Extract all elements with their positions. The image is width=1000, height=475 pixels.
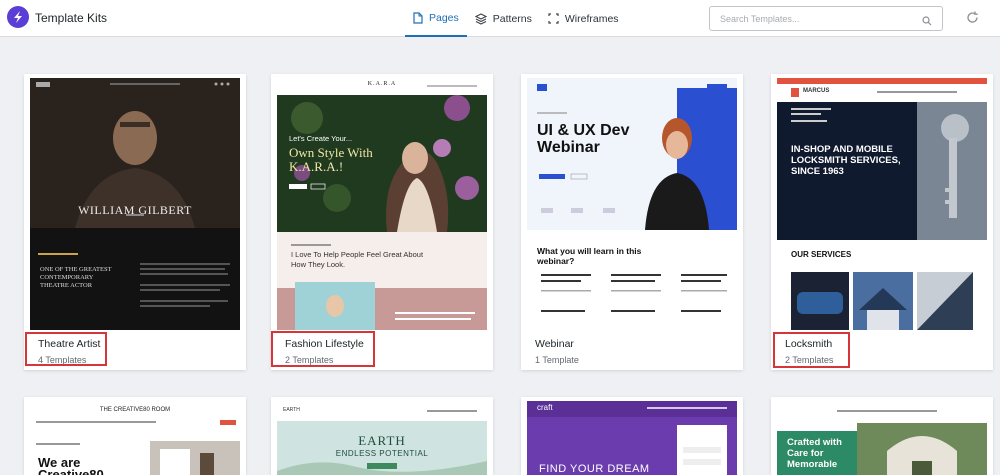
logo-icon [14,11,22,23]
fashion-preview-image [277,78,487,330]
highlight-box [271,331,375,367]
tab-pages-label: Pages [429,11,459,24]
kit-card-crafted[interactable]: Crafted with Care for Memorable [771,397,993,475]
kit-card-craft[interactable]: craft FIND YOUR DREAM [521,397,743,475]
preview-brand: THE CREATIVE80 ROOM [99,407,171,413]
wireframe-icon [548,13,559,24]
kit-name: Webinar [535,338,574,350]
preview-brand: EARTH [283,407,300,413]
tab-patterns-label: Patterns [492,12,532,25]
webinar-preview-image [527,78,737,330]
preview-hero-name: WILLIAM GILBERT [78,203,192,217]
preview-headline: IN-SHOP AND MOBILE LOCKSMITH SERVICES, S… [791,144,901,177]
highlight-box [25,332,107,366]
kit-preview: EARTH EARTH ENDLESS POTENTIAL [277,401,487,475]
preview-intro: Let's Create Your... [289,134,353,143]
kit-preview: WILLIAM GILBERT ONE OF THE GREATEST CONT… [30,78,240,330]
app-title: Template Kits [35,11,108,25]
kit-card-creative-room[interactable]: THE CREATIVE80 ROOM We are Creative80 [24,397,246,475]
kit-caption: Webinar 1 Template [535,338,579,365]
stack-icon [474,12,487,25]
preview-subhead: ENDLESS POTENTIAL [335,449,429,458]
app-logo [7,6,29,28]
kit-card-fashion-lifestyle[interactable]: K.A.R.A Let's Create Your... Own Style W… [271,74,493,370]
preview-headline: FIND YOUR DREAM [539,463,650,475]
kit-card-theatre-artist[interactable]: WILLIAM GILBERT ONE OF THE GREATEST CONT… [24,74,246,370]
kit-card-locksmith[interactable]: MARCUS IN-SHOP AND MOBILE LOCKSMITH SERV… [771,74,993,370]
kit-preview: Crafted with Care for Memorable [777,401,987,475]
preview-tagline: I Love To Help People Feel Great About H… [291,250,424,269]
kit-preview: THE CREATIVE80 ROOM We are Creative80 [30,401,240,475]
preview-headline: ONE OF THE GREATEST CONTEMPORARY THEATRE… [40,266,112,289]
refresh-icon[interactable] [966,11,979,29]
locksmith-preview-image [777,78,987,330]
preview-headline: We are Creative80 [38,455,104,475]
kit-card-earth[interactable]: EARTH EARTH ENDLESS POTENTIAL [271,397,493,475]
preview-headline: Crafted with Care for Memorable [787,437,842,470]
top-bar: Template Kits Pages Patterns Wireframes [0,0,1000,37]
file-icon [413,11,423,24]
preview-headline: Own Style With K.A.R.A.! [289,145,373,174]
kit-card-webinar[interactable]: UI & UX Dev Webinar What you will learn … [521,74,743,370]
tab-wireframes-label: Wireframes [564,12,619,25]
kit-preview: UI & UX Dev Webinar What you will learn … [527,78,737,330]
search-icon[interactable] [922,13,932,31]
tab-pages[interactable]: Pages [405,0,467,37]
preview-brand: MARCUS [803,88,830,94]
highlight-box [773,332,850,368]
preview-brand: K.A.R.A [367,81,397,87]
tab-patterns[interactable]: Patterns [467,0,540,37]
search-box [709,6,943,31]
kit-template-count: 1 Template [535,355,579,365]
search-input[interactable] [710,7,910,30]
kit-preview: craft FIND YOUR DREAM [527,401,737,475]
preview-headline: UI & UX Dev Webinar [537,122,630,156]
kit-preview: MARCUS IN-SHOP AND MOBILE LOCKSMITH SERV… [777,78,987,330]
preview-brand: craft [537,403,553,412]
tab-bar: Pages Patterns Wireframes [405,0,627,37]
kit-preview: K.A.R.A Let's Create Your... Own Style W… [277,78,487,330]
tab-wireframes[interactable]: Wireframes [540,0,627,37]
preview-section-title: OUR SERVICES [791,250,852,259]
preview-headline: EARTH [358,433,406,448]
preview-subhead: What you will learn in this webinar? [537,246,642,266]
